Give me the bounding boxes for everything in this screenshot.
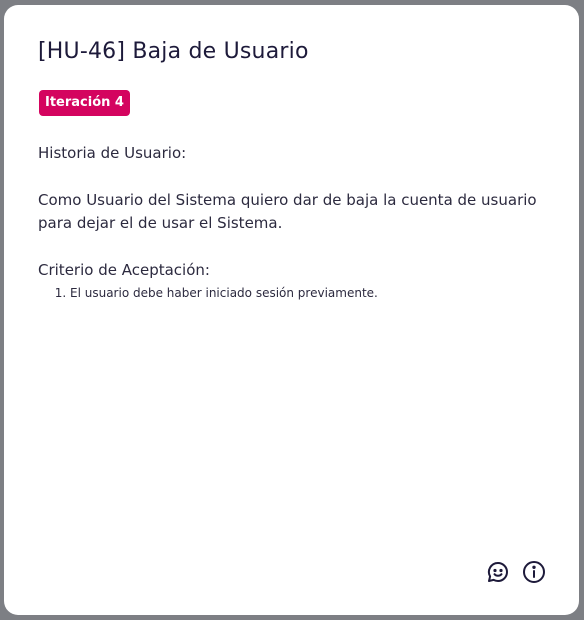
story-card: [HU-46] Baja de Usuario Iteración 4 Hist… [4,5,579,615]
iteration-badge[interactable]: Iteración 4 [39,90,130,116]
story-text: Como Usuario del Sistema quiero dar de b… [38,191,537,232]
info-icon [523,561,545,583]
card-title: [HU-46] Baja de Usuario [38,39,309,64]
criteria-item: El usuario debe haber iniciado sesión pr… [70,285,548,302]
comments-button[interactable] [485,559,511,585]
chat-smile-icon [487,561,508,582]
info-button[interactable] [521,559,547,585]
criteria-list: El usuario debe haber iniciado sesión pr… [38,285,548,302]
criteria-label: Criterio de Aceptación: [38,261,210,279]
story-label: Historia de Usuario: [38,144,187,162]
card-description: Historia de Usuario: Como Usuario del Si… [38,142,548,302]
card-actions [485,559,547,585]
